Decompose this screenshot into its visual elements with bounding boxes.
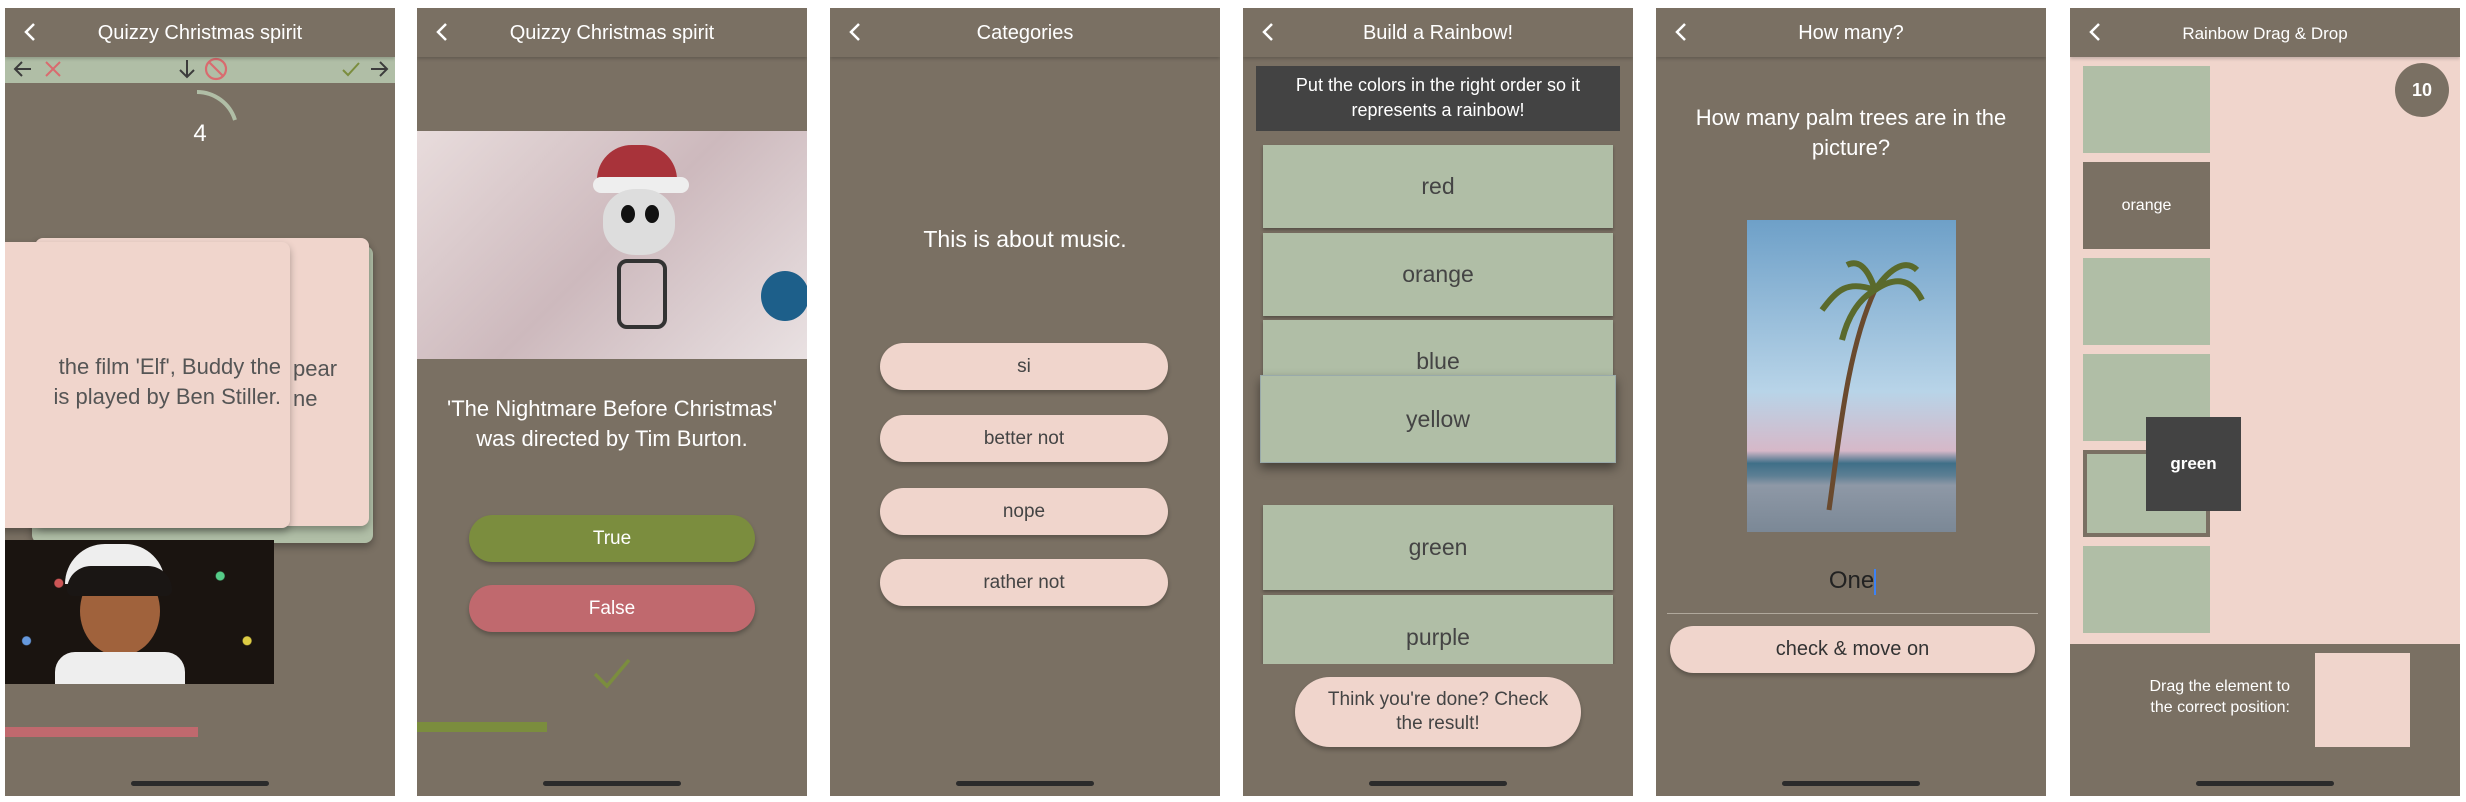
text-cursor [1874, 568, 1877, 595]
app-bar: Build a Rainbow! [1243, 8, 1633, 57]
drag-source-slot[interactable] [2315, 653, 2410, 747]
arrow-right-icon [371, 61, 389, 77]
home-indicator [956, 781, 1094, 786]
screen-build-rainbow: Build a Rainbow! Put the colors in the r… [1243, 8, 1633, 796]
screen-title: Categories [976, 22, 1074, 44]
home-indicator [543, 781, 681, 786]
close-icon [45, 61, 61, 77]
question-text: How many palm trees are in the picture? [1695, 105, 2007, 160]
check-icon [593, 658, 631, 689]
card-text: the film 'Elf', Buddy the is played by Be… [53, 354, 281, 409]
option-button[interactable]: si [880, 343, 1168, 390]
option-button[interactable]: better not [880, 415, 1168, 462]
screen-title: Quizzy Christmas spirit [97, 22, 303, 44]
list-item[interactable]: green [1263, 505, 1613, 590]
app-bar: How many? [1656, 8, 2046, 57]
drop-slot[interactable] [2083, 66, 2210, 153]
counter-badge: 10 [2395, 63, 2449, 117]
screen-rainbow-drag-drop: Rainbow Drag & Drop orange green 10 Drag… [2070, 8, 2460, 796]
check-move-on-button[interactable]: check & move on [1670, 626, 2035, 673]
palm-tree-beach-photo [1747, 220, 1956, 532]
arrow-left-icon [13, 61, 31, 77]
drop-slot-filled[interactable]: orange [2083, 162, 2210, 249]
check-result-button[interactable]: Think you're done? Check the result! [1295, 677, 1581, 747]
dragged-item[interactable]: green [2146, 417, 2241, 511]
screen-title: Rainbow Drag & Drop [2182, 24, 2348, 43]
home-indicator [1369, 781, 1507, 786]
question-text: 'The Nightmare Before Christmas' was dir… [447, 396, 777, 451]
app-bar: Quizzy Christmas spirit [417, 8, 807, 57]
screen-categories: Categories This is about music. si bette… [830, 8, 1220, 796]
check-icon [342, 62, 360, 77]
dragged-item[interactable]: yellow [1260, 375, 1616, 463]
screen-title: Build a Rainbow! [1362, 22, 1514, 44]
home-indicator [1782, 781, 1920, 786]
drop-slot[interactable] [2083, 546, 2210, 633]
progress-bar [417, 722, 547, 732]
swipe-hint-bar [5, 54, 395, 83]
screen-how-many: How many? How many palm trees are in the… [1656, 8, 2046, 796]
list-item[interactable]: orange [1263, 233, 1613, 316]
app-bar: Categories [830, 8, 1220, 57]
option-button[interactable]: rather not [880, 559, 1168, 606]
list-item[interactable]: purple [1263, 595, 1613, 664]
false-button[interactable]: False [469, 585, 755, 632]
elf-doll-photo [5, 540, 274, 684]
home-indicator [131, 781, 269, 786]
timer-value: 4 [193, 120, 207, 147]
card-text: pear ne [293, 356, 338, 411]
screen-true-false: Quizzy Christmas spirit 'The Nightmare B… [417, 8, 807, 796]
true-button[interactable]: True [469, 515, 755, 562]
screen-quiz-swipe: Quizzy Christmas spirit 4 pear ne the fil… [5, 8, 395, 796]
jack-skellington-ornament-photo [417, 131, 807, 359]
drop-slot[interactable] [2083, 258, 2210, 345]
app-bar: Rainbow Drag & Drop [2070, 8, 2460, 57]
hint-text: Drag the element to the correct position… [2149, 678, 2290, 716]
answer-value: One [1828, 567, 1875, 594]
app-bar: Quizzy Christmas spirit [5, 8, 395, 57]
screen-title: How many? [1798, 22, 1904, 44]
screen-title: Quizzy Christmas spirit [509, 22, 715, 44]
statement-text: This is about music. [923, 226, 1127, 252]
arrow-down-icon [179, 60, 195, 79]
question-card[interactable]: the film 'Elf', Buddy the is played by Be… [5, 242, 290, 528]
list-item[interactable]: red [1263, 145, 1613, 228]
home-indicator [2196, 781, 2334, 786]
answer-input[interactable]: One [1667, 564, 2038, 614]
option-button[interactable]: nope [880, 488, 1168, 535]
prohibited-icon [204, 57, 228, 81]
instruction-box: Put the colors in the right order so it … [1256, 66, 1620, 131]
progress-bar [5, 727, 198, 737]
